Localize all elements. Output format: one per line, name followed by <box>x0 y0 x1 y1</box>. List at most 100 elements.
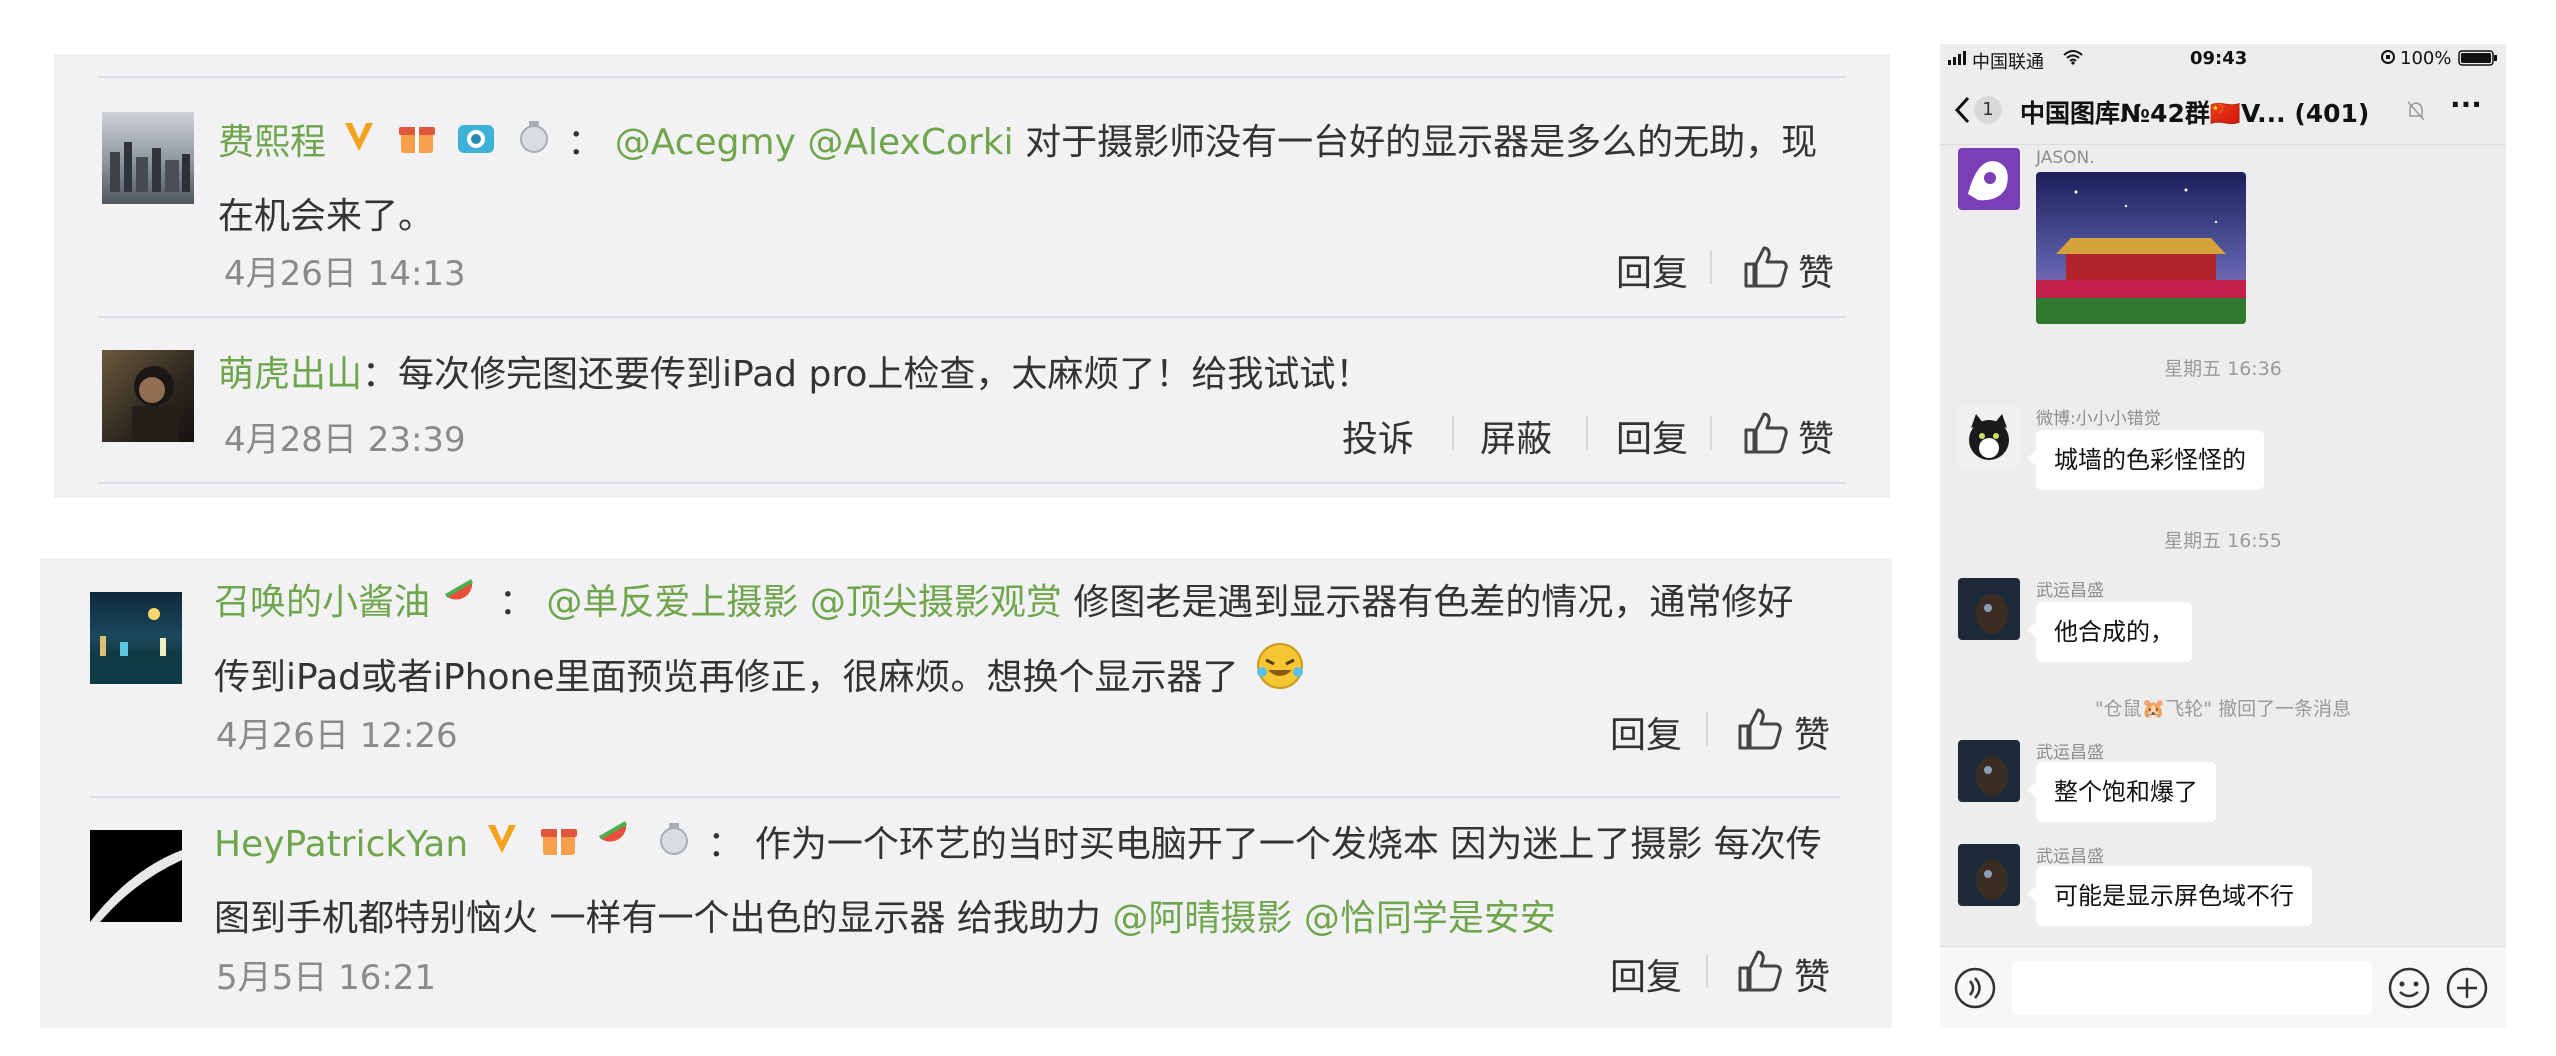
username[interactable]: 费熙程 <box>218 122 326 163</box>
avatar[interactable] <box>1958 406 2020 468</box>
gift-badge-icon <box>397 107 437 181</box>
action-separator <box>1452 416 1454 450</box>
avatar[interactable] <box>1958 578 2020 640</box>
action-separator <box>1586 416 1588 450</box>
reply-button[interactable]: 回复 <box>1616 410 1688 462</box>
lock-rotation-icon <box>2380 49 2396 70</box>
unread-badge[interactable]: 1 <box>1974 96 2002 124</box>
comment-body: 萌虎出山：每次修完图还要传到iPad pro上检查，太麻烦了！给我试试！ <box>218 338 1371 412</box>
mute-icon <box>2406 100 2426 126</box>
message-bubble[interactable]: 可能是显示屏色域不行 <box>2028 866 2312 926</box>
thumb-up-icon[interactable] <box>1736 706 1782 754</box>
wifi-icon <box>2062 49 2084 70</box>
sender-name: 武运昌盛 <box>2036 847 2104 867</box>
divider <box>98 482 1846 484</box>
message-input[interactable] <box>2012 961 2372 1015</box>
sender-name: 武运昌盛 <box>2036 743 2104 763</box>
username[interactable]: 召唤的小酱油 <box>214 582 430 623</box>
mention-link[interactable]: @恰同学是安安 <box>1304 898 1556 939</box>
comment-date: 5月5日 16:21 <box>216 958 437 998</box>
report-button[interactable]: 投诉 <box>1342 410 1414 462</box>
chat-input-bar <box>1940 946 2506 1028</box>
tiananmen-photo-image <box>2036 172 2246 324</box>
action-separator <box>1710 250 1712 284</box>
chat-title: 中国图库№42群🇨🇳V... (401) <box>2020 99 2370 128</box>
more-icon[interactable]: ··· <box>2450 88 2482 121</box>
action-separator <box>1706 712 1708 746</box>
status-bar: 中国联通 09:43 100% <box>1940 44 2506 74</box>
person-avatar-image <box>132 366 178 442</box>
comment-text-line: 修图老是遇到显示器有色差的情况，通常修好 <box>1073 582 1794 623</box>
comment-text-line: 作为一个环艺的当时买电脑开了一个发烧本 因为迷上了摄影 每次传 <box>754 824 1822 865</box>
avatar[interactable] <box>102 350 194 442</box>
like-button[interactable]: 赞 <box>1794 706 1830 758</box>
mention-link[interactable]: @顶尖摄影观赏 <box>810 582 1062 623</box>
city-avatar-image <box>110 142 190 192</box>
username[interactable]: 萌虎出山 <box>218 354 362 395</box>
comment-text-line: 每次修完图还要传到iPad pro上检查，太麻烦了！给我试试！ <box>398 354 1372 395</box>
vip-v-icon <box>341 107 377 181</box>
comment-date: 4月28日 23:39 <box>224 420 466 460</box>
avatar[interactable] <box>102 112 194 204</box>
username[interactable]: HeyPatrickYan <box>214 824 468 865</box>
night-city-avatar-image <box>90 608 182 684</box>
timestamp: 星期五 16:55 <box>2164 530 2282 552</box>
message-bubble[interactable]: 整个饱和爆了 <box>2028 762 2216 822</box>
divider <box>98 76 1846 78</box>
thumb-up-icon[interactable] <box>1742 410 1788 458</box>
vip-v-icon <box>484 809 520 883</box>
comment-body: HeyPatrickYan ： 作为一个环艺的当时买电脑开了一个发烧本 因为迷上… <box>214 808 1822 883</box>
divider <box>90 796 1840 798</box>
avatar[interactable] <box>1958 844 2020 906</box>
comment-date: 4月26日 14:13 <box>224 254 466 294</box>
separator: ： <box>498 582 535 623</box>
chat-nav-bar: 1 中国图库№42群🇨🇳V... (401) ··· <box>1940 74 2506 145</box>
battery-percent: 100% <box>2400 48 2452 69</box>
divider <box>98 316 1846 318</box>
avatar[interactable] <box>90 592 182 684</box>
reply-button[interactable]: 回复 <box>1610 948 1682 1000</box>
watermelon-badge-icon <box>445 567 483 641</box>
sender-name: 武运昌盛 <box>2036 581 2104 601</box>
mention-link[interactable]: @Acegmy <box>615 122 796 163</box>
medal-badge-icon <box>656 809 692 883</box>
action-separator <box>1706 954 1708 988</box>
mention-link[interactable]: @AlexCorki <box>807 122 1013 163</box>
avatar[interactable] <box>1958 148 2020 210</box>
reply-button[interactable]: 回复 <box>1616 244 1688 296</box>
camera-badge-icon <box>456 107 496 181</box>
comment-panel-top: 费熙程 ： @Acegmy @AlexCorki 对于摄影师没有一台好的显示器是… <box>54 54 1890 498</box>
like-button[interactable]: 赞 <box>1794 948 1830 1000</box>
shared-photo[interactable] <box>2036 172 2246 324</box>
comment-text-line: 传到iPad或者iPhone里面预览再修正，很麻烦。想换个显示器了 <box>214 657 1239 698</box>
mention-link[interactable]: @单反爱上摄影 <box>546 582 798 623</box>
avatar[interactable] <box>90 830 182 922</box>
message-bubble[interactable]: 城墙的色彩怪怪的 <box>2028 430 2264 490</box>
block-button[interactable]: 屏蔽 <box>1480 410 1552 462</box>
medal-badge-icon <box>516 107 552 181</box>
separator: ： <box>707 824 744 865</box>
reply-button[interactable]: 回复 <box>1610 706 1682 758</box>
like-button[interactable]: 赞 <box>1798 244 1834 296</box>
action-separator <box>1710 416 1712 450</box>
sender-name: JASON. <box>2036 148 2095 168</box>
avatar[interactable] <box>1958 740 2020 802</box>
mention-link[interactable]: @阿晴摄影 <box>1112 898 1292 939</box>
comment-body: 图到手机都特别恼火 一样有一个出色的显示器 给我助力 @阿晴摄影 @恰同学是安安 <box>214 882 1556 956</box>
laugh-cry-emoji-icon <box>1254 640 1306 718</box>
comment-date: 4月26日 12:26 <box>216 716 458 756</box>
carrier-label: 中国联通 <box>1972 52 2044 73</box>
plus-icon[interactable] <box>2446 967 2488 1013</box>
voice-icon[interactable] <box>1954 967 1996 1013</box>
separator: ： <box>362 354 399 395</box>
thumb-up-icon[interactable] <box>1736 948 1782 996</box>
comment-body: 费熙程 ： @Acegmy @AlexCorki 对于摄影师没有一台好的显示器是… <box>218 106 1817 181</box>
comment-text-line: 在机会来了。 <box>218 196 435 237</box>
comment-text-line: 图到手机都特别恼火 一样有一个出色的显示器 给我助力 <box>214 898 1101 939</box>
comment-body: 召唤的小酱油 ： @单反爱上摄影 @顶尖摄影观赏 修图老是遇到显示器有色差的情况… <box>214 566 1793 641</box>
message-bubble[interactable]: 他合成的， <box>2028 602 2192 662</box>
emoji-icon[interactable] <box>2388 967 2430 1013</box>
thumb-up-icon[interactable] <box>1742 244 1788 292</box>
back-chevron-icon[interactable] <box>1954 96 1970 128</box>
like-button[interactable]: 赞 <box>1798 410 1834 462</box>
